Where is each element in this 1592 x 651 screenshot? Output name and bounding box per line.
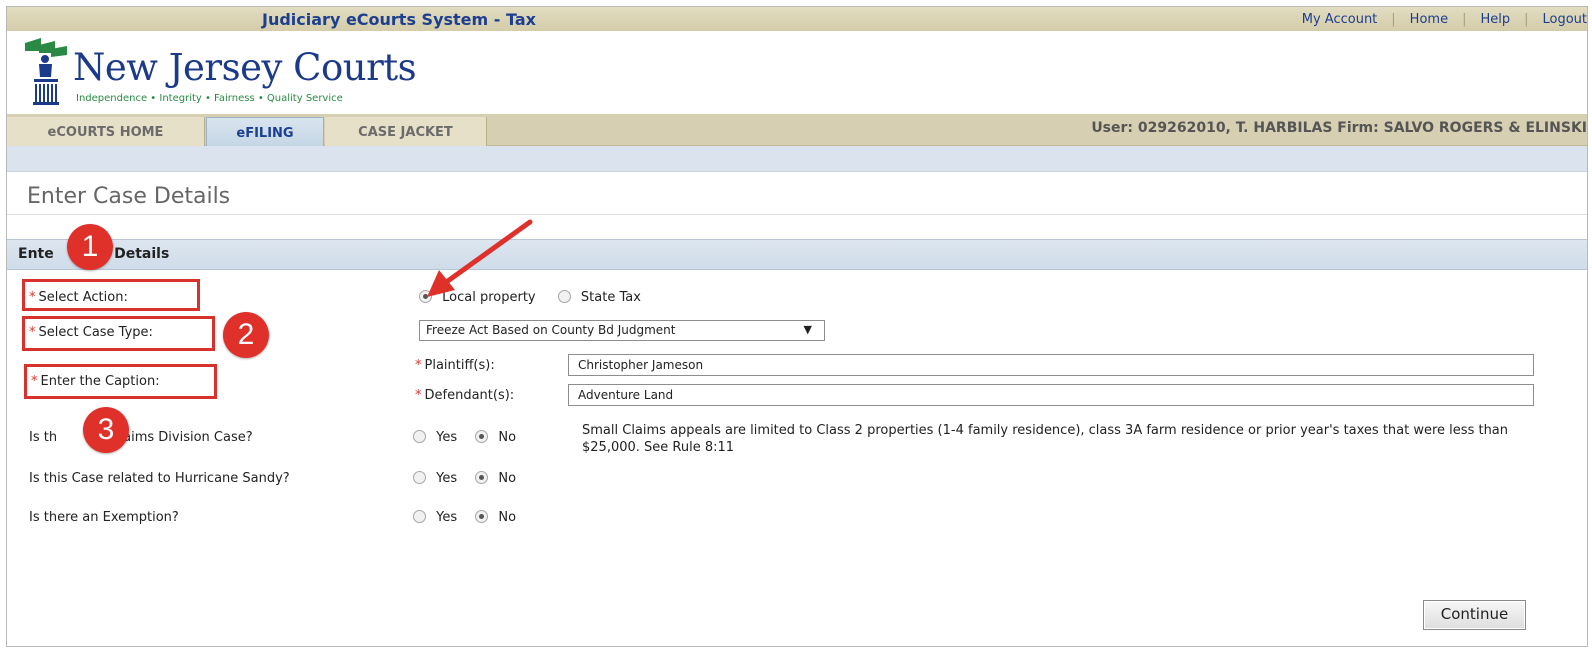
home-link[interactable]: Home <box>1410 12 1448 27</box>
no-label: No <box>498 430 517 445</box>
case-type-value: Freeze Act Based on County Bd Judgment <box>426 323 676 337</box>
continue-button[interactable]: Continue <box>1423 600 1526 630</box>
divider <box>7 214 1587 215</box>
logo-wordmark: New Jersey Courts <box>73 46 417 89</box>
callout-number-3: 3 <box>83 407 129 453</box>
small-claims-yes-radio[interactable] <box>413 430 426 443</box>
nav-tabs: eCOURTS HOME eFILING CASE JACKET User: 0… <box>7 114 1587 146</box>
exemption-question: Is there an Exemption? <box>29 510 179 525</box>
system-title: Judiciary eCourts System - Tax <box>262 10 536 29</box>
small-claims-note: Small Claims appeals are limited to Clas… <box>582 423 1509 455</box>
small-claims-question-start: Is th <box>29 430 58 445</box>
app-window: Judiciary eCourts System - Tax My Accoun… <box>6 6 1588 647</box>
section-title-start: Ente <box>18 246 54 262</box>
link-separator: | <box>1462 12 1467 27</box>
logout-link[interactable]: Logout <box>1542 12 1587 27</box>
callout-number-1: 1 <box>67 224 113 270</box>
tab-ecourts-home[interactable]: eCOURTS HOME <box>7 117 205 146</box>
defendant-label: * Defendant(s): <box>415 388 514 403</box>
tab-case-jacket[interactable]: CASE JACKET <box>325 117 487 146</box>
yes-label: Yes <box>436 430 458 445</box>
annotation-arrow-icon <box>427 219 533 297</box>
dropdown-arrow-icon: ▼ <box>803 323 812 336</box>
callout-number-2: 2 <box>223 312 269 358</box>
plaintiff-label: * Plaintiff(s): <box>415 358 495 373</box>
no-label: No <box>498 510 517 525</box>
my-account-link[interactable]: My Account <box>1302 12 1378 27</box>
yes-label: Yes <box>436 471 458 486</box>
defendant-text: Defendant(s): <box>424 388 515 403</box>
exemption-no-radio[interactable] <box>475 510 489 523</box>
top-links: My Account | Home | Help | Logout <box>1302 12 1587 27</box>
link-separator: | <box>1391 12 1396 27</box>
exemption-yes-radio[interactable] <box>413 510 426 523</box>
plaintiff-text: Plaintiff(s): <box>424 358 495 373</box>
section-header: Ente e Details <box>7 239 1587 270</box>
link-separator: | <box>1524 12 1529 27</box>
case-type-select[interactable]: Freeze Act Based on County Bd Judgment ▼ <box>419 320 825 341</box>
small-claims-question: Is th ll Claims Division Case? <box>29 430 253 445</box>
state-tax-radio[interactable] <box>557 290 571 303</box>
statue-icon <box>25 38 67 105</box>
state-tax-label: State Tax <box>580 290 641 305</box>
sub-nav-band <box>7 146 1587 172</box>
highlight-box-select-action <box>22 279 200 311</box>
help-link[interactable]: Help <box>1480 12 1510 27</box>
logo-area: New Jersey Courts Independence • Integri… <box>7 31 1587 114</box>
user-info: User: 029262010, T. HARBILAS Firm: SALVO… <box>1091 120 1587 136</box>
yes-label: Yes <box>436 510 458 525</box>
exemption-radio-group: Yes No <box>413 510 516 525</box>
highlight-box-caption <box>24 364 217 399</box>
plaintiff-input[interactable]: Christopher Jameson <box>568 354 1534 376</box>
small-claims-no-radio[interactable] <box>475 430 489 443</box>
required-marker: * <box>415 388 422 403</box>
hurricane-question: Is this Case related to Hurricane Sandy? <box>29 471 290 486</box>
logo-tagline: Independence • Integrity • Fairness • Qu… <box>76 93 343 104</box>
hurricane-no-radio[interactable] <box>475 471 489 484</box>
no-label: No <box>498 471 517 486</box>
hurricane-yes-radio[interactable] <box>413 471 426 484</box>
page-title: Enter Case Details <box>27 184 231 209</box>
hurricane-radio-group: Yes No <box>413 471 516 486</box>
tab-efiling[interactable]: eFILING <box>206 117 324 146</box>
highlight-box-case-type <box>22 316 215 351</box>
defendant-input[interactable]: Adventure Land <box>568 384 1534 406</box>
small-claims-radio-group: Yes No <box>413 430 516 445</box>
required-marker: * <box>415 358 422 373</box>
top-bar: Judiciary eCourts System - Tax My Accoun… <box>7 7 1587 31</box>
